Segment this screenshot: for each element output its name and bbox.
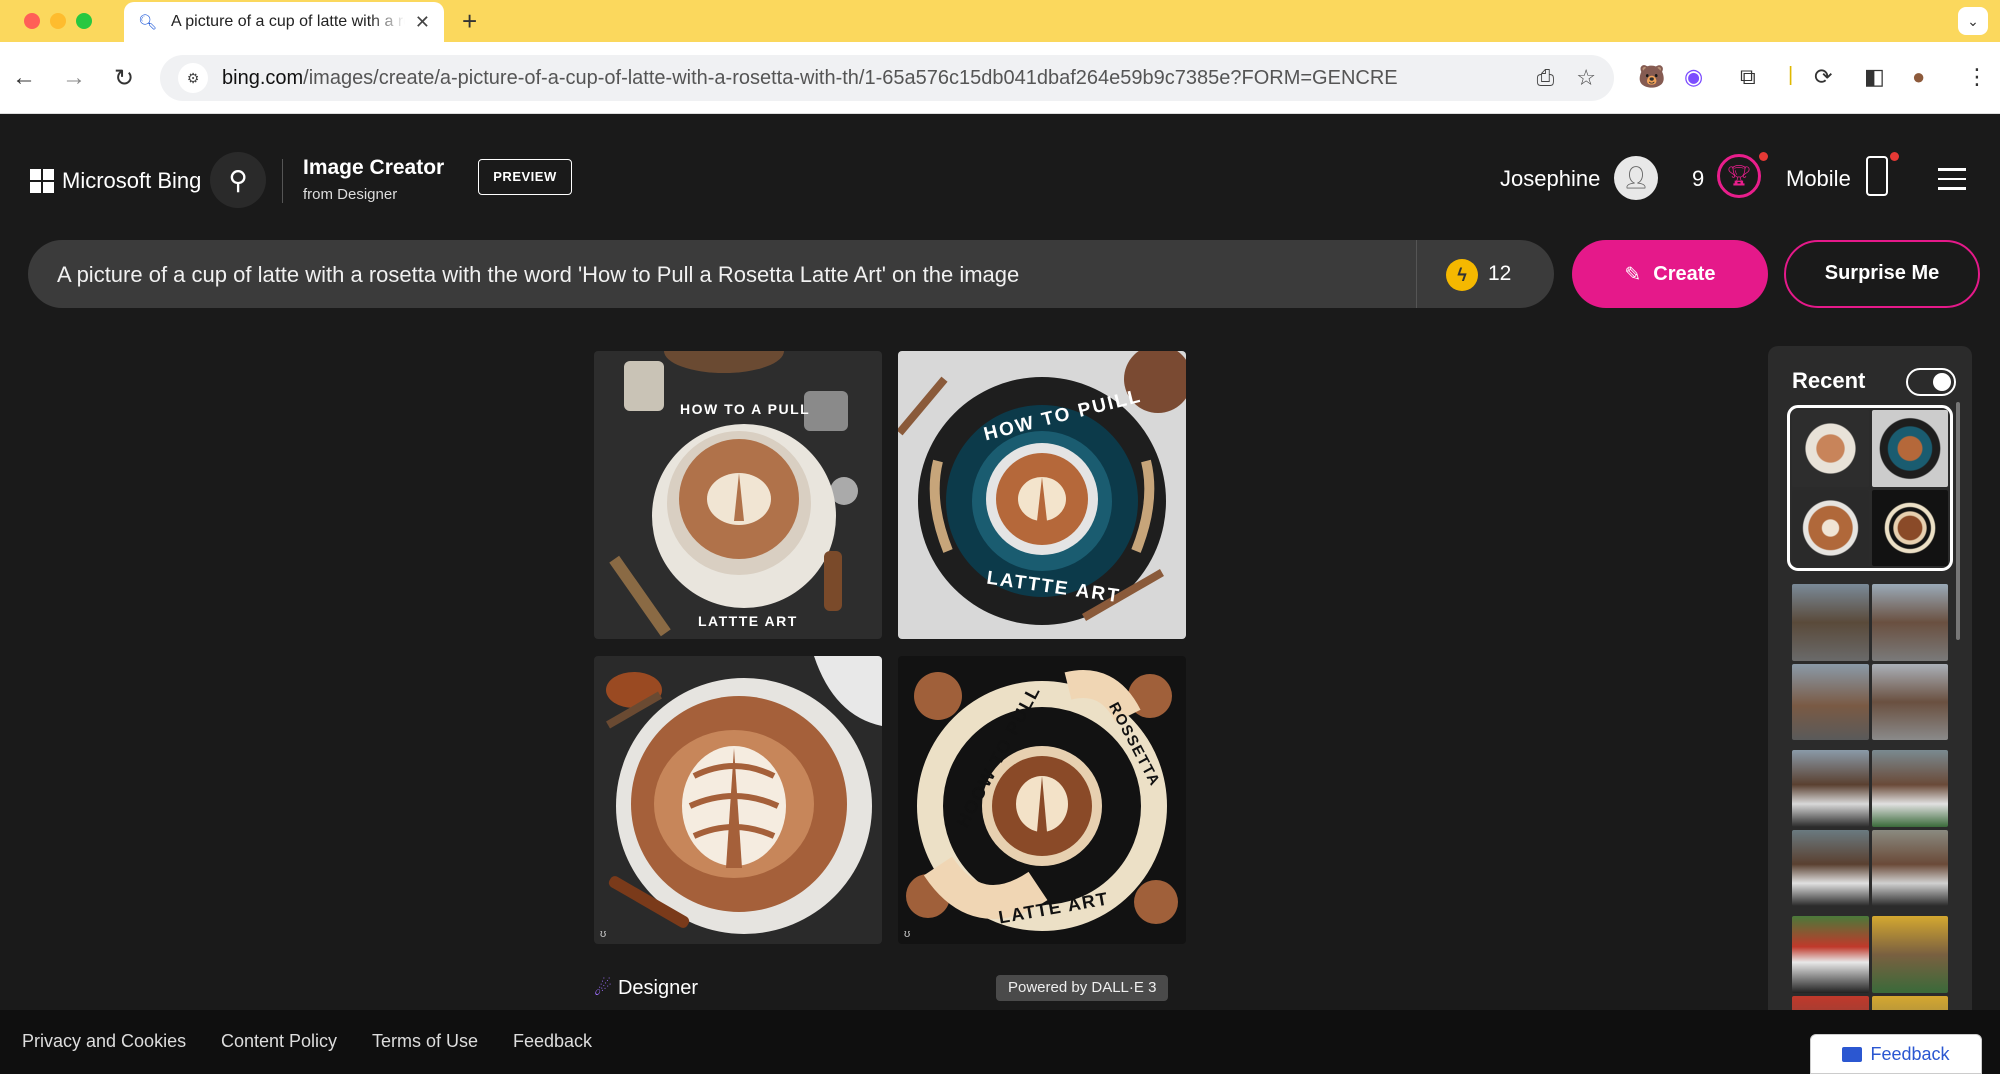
feedback-link[interactable]: Feedback (513, 1031, 592, 1052)
generated-image-3[interactable]: ʊ (594, 656, 882, 944)
image-1-top-text: HOW TO A PULL (680, 401, 811, 417)
browser-toolbar: ← → ↻ ⚙ bing.com/images/create/a-picture… (0, 42, 2000, 114)
recent-toggle[interactable] (1906, 368, 1956, 396)
rewards-count[interactable]: 9 (1692, 166, 1704, 192)
site-settings-icon[interactable]: ⚙ (178, 63, 208, 93)
mobile-notification-dot (1890, 152, 1899, 161)
address-bar[interactable]: ⚙ bing.com/images/create/a-picture-of-a-… (160, 55, 1614, 101)
header-divider (282, 159, 283, 203)
browser-tab[interactable]: 🔍︎ A picture of a cup of latte with a ro… (124, 2, 444, 42)
terms-of-use-link[interactable]: Terms of Use (372, 1031, 478, 1052)
microsoft-bing-logo[interactable]: Microsoft Bing (30, 168, 201, 194)
side-panel-icon[interactable]: ◧ (1864, 64, 1885, 90)
mobile-phone-icon[interactable] (1866, 156, 1888, 196)
privacy-cookies-link[interactable]: Privacy and Cookies (22, 1031, 186, 1052)
preview-badge: PREVIEW (478, 159, 572, 195)
recent-set-portraits-1[interactable] (1792, 584, 1948, 740)
surprise-me-button[interactable]: Surprise Me (1784, 240, 1980, 308)
recent-scrollbar[interactable] (1956, 402, 1960, 640)
minimize-window-button[interactable] (50, 13, 66, 29)
hamburger-menu-icon[interactable] (1938, 168, 1966, 197)
image-4-attribution-icon: ʊ (904, 928, 911, 940)
bing-header: Microsoft Bing ⚲ Image Creator from Desi… (0, 114, 2000, 244)
image-3-attribution-icon: ʊ (600, 928, 607, 940)
designer-link[interactable]: ☄ Designer (594, 976, 698, 1001)
boost-lightning-icon[interactable]: ϟ (1446, 259, 1478, 291)
product-subtitle: from Designer (303, 186, 398, 203)
magic-wand-icon: ✎ (1624, 263, 1642, 286)
user-avatar-icon[interactable]: 👤︎ (1614, 156, 1658, 200)
windows-logo-icon (30, 169, 54, 193)
mobile-label[interactable]: Mobile (1786, 166, 1851, 192)
latte-image-3-art (594, 656, 882, 944)
close-window-button[interactable] (24, 13, 40, 29)
back-arrow-icon[interactable]: ← (12, 64, 36, 92)
feedback-chat-icon (1842, 1046, 1863, 1062)
recent-set-latte[interactable] (1787, 405, 1953, 571)
bookmark-star-icon[interactable]: ☆ (1576, 65, 1596, 91)
tab-title: A picture of a cup of latte with a roset… (171, 13, 405, 30)
designer-logo-icon: ☄ (594, 978, 612, 1000)
page-footer: Privacy and Cookies Content Policy Terms… (0, 1010, 2000, 1074)
recent-set-flags[interactable] (1792, 916, 1948, 1010)
generated-image-4[interactable]: HOOW TO PULL ROSSETTA LATTE ART ʊ (898, 656, 1186, 944)
boost-count: 12 (1488, 262, 1512, 285)
browser-tab-bar: 🔍︎ A picture of a cup of latte with a ro… (0, 0, 2000, 42)
extensions-puzzle-icon[interactable]: ⧉ (1740, 64, 1756, 90)
extension-color-icon[interactable]: ◉ (1684, 64, 1703, 90)
forward-arrow-icon[interactable]: → (62, 64, 86, 92)
maximize-window-button[interactable] (76, 13, 92, 29)
search-icon[interactable]: ⚲ (210, 152, 266, 208)
extension-bear-icon[interactable]: 🐻 (1638, 64, 1665, 90)
create-button[interactable]: ✎ Create (1572, 240, 1768, 308)
product-title[interactable]: Image Creator (303, 156, 444, 180)
boost-divider (1416, 240, 1417, 308)
prompt-text[interactable]: A picture of a cup of latte with a roset… (57, 262, 1019, 288)
latte-image-1-art (594, 351, 882, 639)
close-tab-icon[interactable]: ✕ (415, 12, 430, 33)
url-text: bing.com/images/create/a-picture-of-a-cu… (222, 66, 1398, 89)
feedback-button[interactable]: Feedback (1810, 1034, 1982, 1074)
prompt-input[interactable]: A picture of a cup of latte with a roset… (28, 240, 1554, 308)
recent-panel: Recent (1768, 346, 1972, 1010)
performance-icon[interactable]: ⟳ (1814, 64, 1832, 90)
content-policy-link[interactable]: Content Policy (221, 1031, 337, 1052)
rewards-trophy-icon[interactable]: 🏆︎ (1717, 154, 1761, 198)
reload-icon[interactable]: ↻ (114, 64, 134, 93)
tab-search-chevron-icon[interactable]: ⌄ (1958, 7, 1988, 35)
generated-image-2[interactable]: HOW TO PUILL LATTTE ART (898, 351, 1186, 639)
recent-set-portraits-2[interactable] (1792, 750, 1948, 906)
toolbar-divider: | (1788, 64, 1794, 86)
browser-menu-icon[interactable]: ⋮ (1966, 64, 1988, 90)
generated-image-1[interactable]: HOW TO A PULL LATTTE ART (594, 351, 882, 639)
image-1-bottom-text: LATTTE ART (698, 613, 798, 629)
profile-avatar-icon[interactable]: ● (1912, 64, 1925, 90)
new-tab-icon[interactable]: + (462, 6, 477, 37)
install-app-icon[interactable]: ⎙ (1537, 65, 1555, 91)
rewards-notification-dot (1759, 152, 1768, 161)
dalle-badge: Powered by DALL·E 3 (996, 975, 1169, 1001)
user-name[interactable]: Josephine (1500, 166, 1600, 192)
bing-search-icon: 🔍︎ (138, 14, 158, 31)
recent-title: Recent (1792, 368, 1866, 393)
